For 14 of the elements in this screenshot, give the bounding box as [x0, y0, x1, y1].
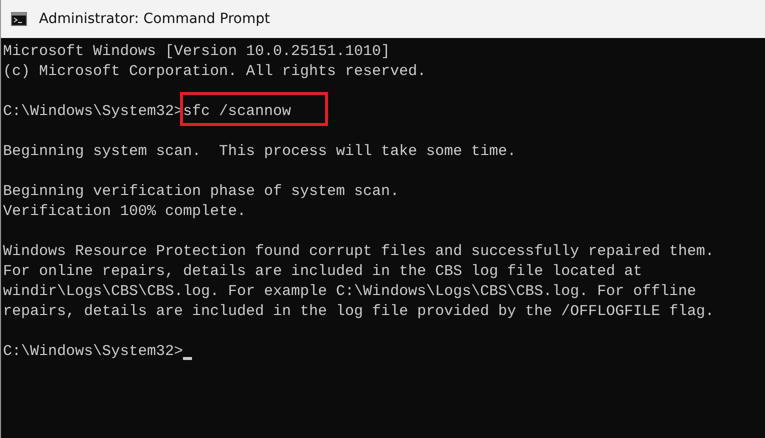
prompt-path: C:\Windows\System32> [3, 342, 184, 362]
console-text: Beginning verification phase of system scan. [3, 182, 400, 202]
console-text: Beginning system scan. This process will take some time. [3, 142, 516, 162]
terminal-icon [11, 12, 27, 26]
console-text: For online repairs, details are included in the CBS log file located at [3, 262, 642, 282]
console-text: (c) Microsoft Corporation. All rights reserved. [3, 62, 426, 82]
console-text: Windows Resource Protection found corrupt files and successfully repaired them. [3, 242, 714, 262]
console-text: windir\Logs\CBS\CBS.log. For example C:\Windows\Logs\CBS\CBS.log. For offline [3, 282, 696, 302]
console-text: repairs, details are included in the log file provided by the /OFFLOGFILE flag. [3, 302, 714, 322]
console-text: Verification 100% complete. [3, 202, 246, 222]
prompt-path: C:\Windows\System32> [3, 102, 184, 122]
window-title: Administrator: Command Prompt [39, 11, 270, 27]
console-text: Microsoft Windows [Version 10.0.25151.1010] [3, 42, 390, 62]
command-text: sfc /scannow [183, 103, 292, 120]
